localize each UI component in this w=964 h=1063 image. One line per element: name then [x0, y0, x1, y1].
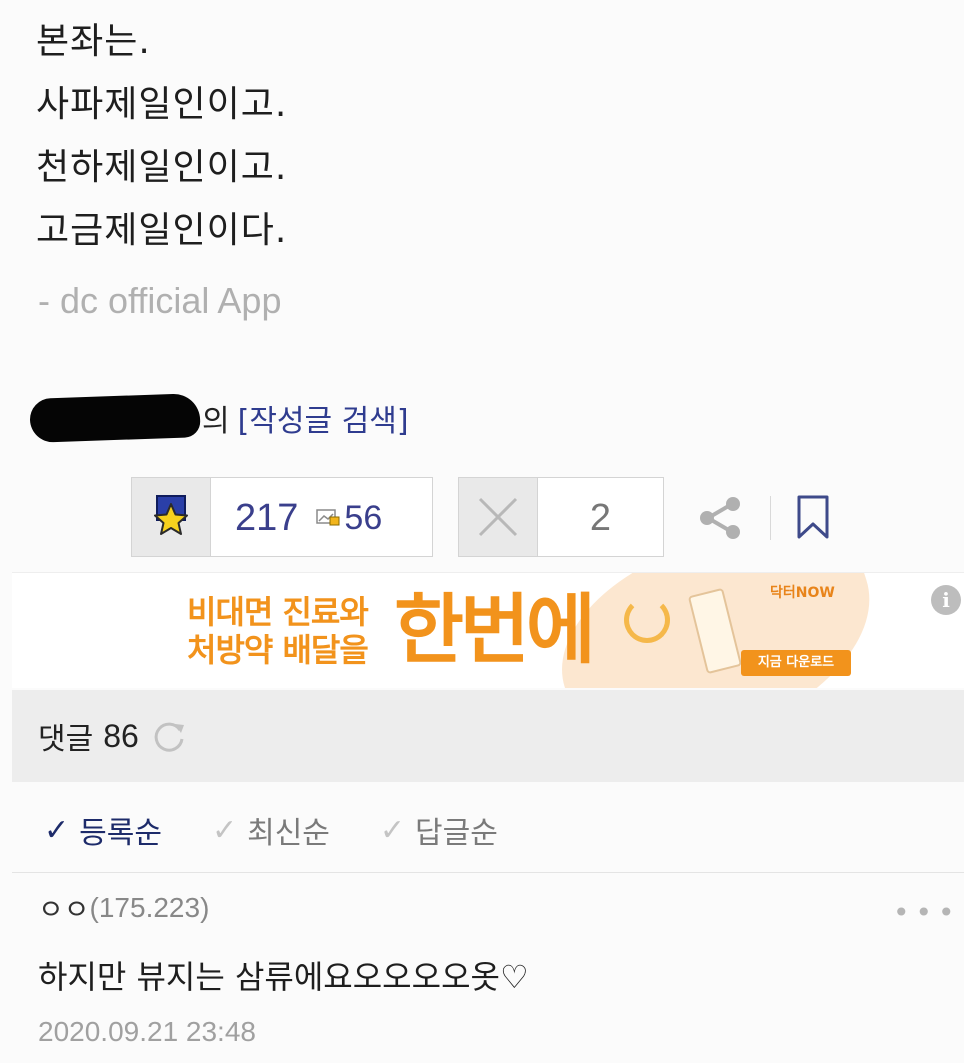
- ad-copy-line: 처방약 배달을: [187, 631, 369, 669]
- post-line: 고금제일인이다.: [36, 210, 288, 251]
- refresh-icon[interactable]: [151, 718, 187, 754]
- sort-replies[interactable]: ✓ 답글순: [380, 808, 498, 852]
- star-badge-icon: [132, 478, 211, 556]
- comment-nickname: ㅇㅇ: [38, 893, 90, 926]
- section-divider: [12, 872, 964, 873]
- sort-latest[interactable]: ✓ 최신순: [212, 808, 330, 852]
- post-body: 본좌는. 사파제일인이고. 천하제일인이고. 고금제일인이다.: [36, 10, 287, 262]
- comment-header: 댓글 86: [12, 690, 964, 782]
- ad-copy-line: 비대면 진료와: [187, 593, 369, 631]
- comment-sort-bar: ✓ 등록순 ✓ 최신순 ✓ 답글순: [12, 788, 964, 872]
- stethoscope-icon: [624, 597, 670, 643]
- author-posts-search-link[interactable]: [작성글 검색]: [238, 396, 409, 440]
- fix-count: 56: [344, 499, 383, 537]
- ad-hero-text: 한번에: [394, 585, 596, 674]
- check-icon: ✓: [211, 812, 238, 848]
- x-icon: [459, 478, 538, 556]
- not-recommend-button[interactable]: 2: [458, 477, 664, 557]
- bookmark-icon[interactable]: [796, 494, 830, 540]
- ad-banner[interactable]: 비대면 진료와 처방약 배달을 한번에 닥터NOW 지금 다운로드: [12, 573, 964, 688]
- comment-author[interactable]: ㅇㅇ (175.223): [38, 888, 958, 928]
- post-line: 본좌는.: [36, 21, 151, 62]
- ad-copy: 비대면 진료와 처방약 배달을: [187, 593, 369, 669]
- app-signature: - dc official App: [38, 280, 282, 321]
- author-row: 의 [작성글 검색]: [29, 392, 409, 444]
- author-suffix: 의: [202, 404, 230, 439]
- more-dots-icon[interactable]: •••: [893, 896, 961, 929]
- ad-download-button[interactable]: 지금 다운로드: [741, 650, 851, 676]
- sort-label: 등록순: [79, 816, 162, 851]
- redacted-author-name: [29, 393, 201, 443]
- check-icon: ✓: [379, 812, 406, 848]
- toolbar-divider: [770, 496, 771, 540]
- not-recommend-count: 2: [589, 497, 612, 539]
- ad-brand-logo: 닥터NOW: [770, 585, 835, 601]
- check-icon: ✓: [44, 812, 70, 848]
- comment-ip: (175.223): [89, 892, 210, 923]
- comment-title: 댓글: [38, 722, 94, 757]
- sort-label: 답글순: [415, 816, 498, 851]
- info-icon[interactable]: i: [931, 585, 961, 615]
- recommend-count: 217: [235, 497, 299, 539]
- sort-label: 최신순: [247, 816, 330, 851]
- photo-fix-icon: [316, 508, 340, 556]
- sort-registered[interactable]: ✓ 등록순: [44, 808, 162, 852]
- comment-count: 86: [103, 717, 139, 754]
- comment-item: ㅇㅇ (175.223) ••• 하지만 뷰지는 삼류에요오오오오옷♡ 2020…: [38, 888, 958, 1048]
- share-icon[interactable]: [696, 494, 744, 542]
- comment-text: 하지만 뷰지는 삼류에요오오오오옷♡: [38, 958, 529, 996]
- recommend-button[interactable]: 217 56: [131, 477, 433, 557]
- post-line: 사파제일인이고.: [36, 84, 288, 125]
- post-line: 천하제일인이고.: [36, 147, 288, 188]
- comment-date: 2020.09.21 23:48: [38, 1016, 256, 1047]
